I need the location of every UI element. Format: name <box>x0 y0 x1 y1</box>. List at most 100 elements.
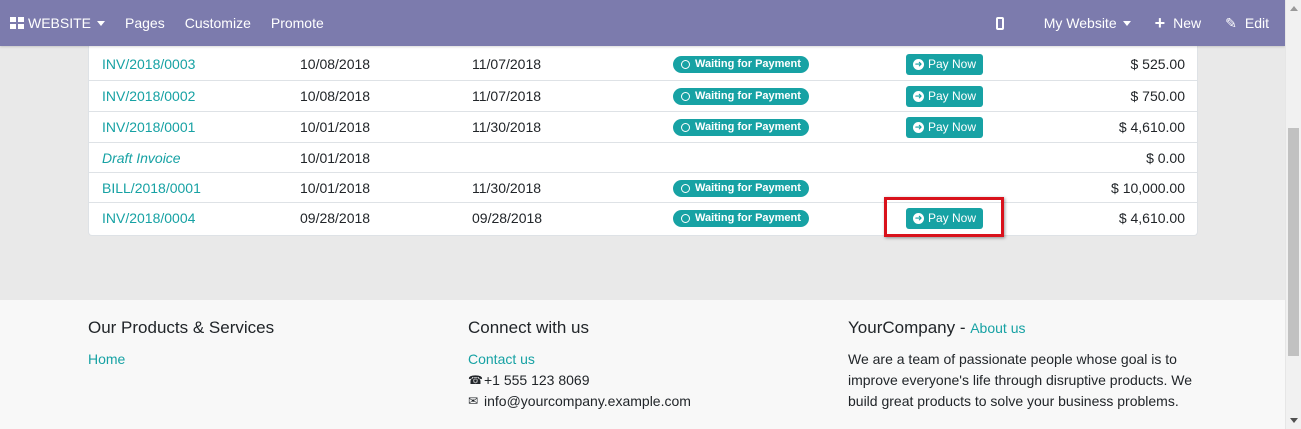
footer-company-column: YourCompany - About us We are a team of … <box>848 318 1198 412</box>
invoice-link[interactable]: INV/2018/0001 <box>102 112 195 142</box>
mobile-preview-button[interactable] <box>982 0 1034 46</box>
status-badge: Waiting for Payment <box>673 112 809 142</box>
pay-now-label: Pay Now <box>928 211 977 225</box>
scroll-down-arrow-icon[interactable] <box>1290 418 1298 423</box>
about-us-link[interactable]: About us <box>970 320 1025 336</box>
status-label: Waiting for Payment <box>695 90 801 102</box>
due-date: 11/30/2018 <box>472 180 542 196</box>
vertical-scrollbar[interactable] <box>1285 0 1301 429</box>
due-date: 11/30/2018 <box>472 119 542 135</box>
title-separator: - <box>955 318 971 337</box>
company-name: YourCompany <box>848 318 956 337</box>
caret-down-icon <box>1122 20 1131 26</box>
invoice-date: 10/01/2018 <box>300 150 371 166</box>
footer-connect-column: Connect with us Contact us ☎ +1 555 123 … <box>468 318 691 412</box>
menu-pages[interactable]: Pages <box>115 0 175 46</box>
invoice-date: 09/28/2018 <box>300 210 371 226</box>
footer-company-title: YourCompany - About us <box>848 318 1198 338</box>
arrow-circle-right-icon: ➜ <box>913 90 924 102</box>
table-row: BILL/2018/0001 10/01/2018 11/30/2018 Wai… <box>89 172 1197 202</box>
pay-now-cell: ➜ Pay Now <box>906 112 984 142</box>
envelope-icon: ✉ <box>468 394 479 408</box>
pencil-icon: ✎ <box>1225 14 1237 31</box>
invoice-link[interactable]: INV/2018/0002 <box>102 81 195 111</box>
new-label: New <box>1173 15 1202 31</box>
new-button[interactable]: + New <box>1145 0 1212 46</box>
pay-now-label: Pay Now <box>928 89 977 103</box>
email-address: info@yourcompany.example.com <box>484 393 691 409</box>
pay-now-cell: ➜ Pay Now <box>906 81 984 111</box>
phone-number: +1 555 123 8069 <box>484 372 590 388</box>
clock-icon <box>681 183 690 193</box>
footer-home-link[interactable]: Home <box>88 349 274 370</box>
pay-now-button[interactable]: ➜ Pay Now <box>906 116 984 138</box>
table-row: INV/2018/0003 10/08/2018 11/07/2018 Wait… <box>89 49 1197 79</box>
status-badge: Waiting for Payment <box>673 203 809 233</box>
due-date: 11/07/2018 <box>472 88 542 104</box>
footer-email: ✉ info@yourcompany.example.com <box>468 391 691 412</box>
apps-grid-icon <box>10 17 24 29</box>
invoice-amount: $ 525.00 <box>1130 56 1186 72</box>
scrollbar-thumb[interactable] <box>1288 128 1299 356</box>
status-badge: Waiting for Payment <box>673 49 809 79</box>
invoice-link[interactable]: BILL/2018/0001 <box>102 173 201 203</box>
menu-promote[interactable]: Promote <box>261 0 334 46</box>
table-row: INV/2018/0004 09/28/2018 09/28/2018 Wait… <box>89 202 1197 232</box>
invoice-date: 10/08/2018 <box>300 88 371 104</box>
invoices-table: INV/2018/0003 10/08/2018 11/07/2018 Wait… <box>88 36 1198 236</box>
website-brand-label: WEBSITE <box>28 15 92 31</box>
edit-button[interactable]: ✎ Edit <box>1215 0 1279 46</box>
clock-icon <box>681 59 690 69</box>
invoice-amount: $ 10,000.00 <box>1111 180 1185 196</box>
status-label: Waiting for Payment <box>695 212 801 224</box>
footer: Our Products & Services Home Connect wit… <box>0 300 1285 429</box>
pay-now-label: Pay Now <box>928 120 977 134</box>
pay-now-button[interactable]: ➜ Pay Now <box>906 85 984 107</box>
invoice-amount: $ 4,610.00 <box>1118 210 1185 226</box>
status-badge: Waiting for Payment <box>673 173 809 203</box>
footer-phone: ☎ +1 555 123 8069 <box>468 370 691 391</box>
status-label: Waiting for Payment <box>695 121 801 133</box>
invoice-amount: $ 0.00 <box>1146 150 1185 166</box>
pay-now-cell: ➜ Pay Now <box>906 49 984 79</box>
page: WEBSITE Pages Customize Promote My Websi… <box>0 0 1285 429</box>
invoice-amount: $ 4,610.00 <box>1118 119 1185 135</box>
footer-products-column: Our Products & Services Home <box>88 318 274 370</box>
due-date: 11/07/2018 <box>472 56 542 72</box>
invoice-link[interactable]: INV/2018/0003 <box>102 49 195 79</box>
clock-icon <box>681 213 690 223</box>
status-badge: Waiting for Payment <box>673 81 809 111</box>
pay-now-cell: ➜ Pay Now <box>906 203 984 233</box>
invoice-date: 10/01/2018 <box>300 119 371 135</box>
company-description: We are a team of passionate people whose… <box>848 351 1193 409</box>
my-website-dropdown[interactable]: My Website <box>1034 0 1141 46</box>
menu-customize[interactable]: Customize <box>175 0 261 46</box>
scroll-up-arrow-icon[interactable] <box>1290 6 1298 11</box>
footer-contact-link[interactable]: Contact us <box>468 349 691 370</box>
status-label: Waiting for Payment <box>695 182 801 194</box>
arrow-circle-right-icon: ➜ <box>913 58 924 70</box>
invoice-amount: $ 750.00 <box>1130 88 1186 104</box>
my-website-label: My Website <box>1043 15 1117 31</box>
website-menu-button[interactable]: WEBSITE <box>0 0 115 46</box>
edit-label: Edit <box>1244 15 1269 31</box>
invoice-date: 10/01/2018 <box>300 180 371 196</box>
phone-icon: ☎ <box>468 373 483 387</box>
clock-icon <box>681 91 690 101</box>
due-date: 09/28/2018 <box>472 210 543 226</box>
website-topbar: WEBSITE Pages Customize Promote My Websi… <box>0 0 1285 46</box>
footer-connect-title: Connect with us <box>468 318 589 337</box>
pay-now-button[interactable]: ➜ Pay Now <box>906 53 984 75</box>
arrow-circle-right-icon: ➜ <box>913 121 924 133</box>
mobile-phone-icon <box>995 16 1004 30</box>
invoice-link[interactable]: Draft Invoice <box>102 143 181 173</box>
pay-now-button[interactable]: ➜ Pay Now <box>906 207 984 229</box>
clock-icon <box>681 122 690 132</box>
table-row: INV/2018/0002 10/08/2018 11/07/2018 Wait… <box>89 80 1197 110</box>
invoice-link[interactable]: INV/2018/0004 <box>102 203 195 233</box>
caret-down-icon <box>97 20 106 26</box>
table-row: INV/2018/0001 10/01/2018 11/30/2018 Wait… <box>89 111 1197 141</box>
table-row: Draft Invoice 10/01/2018 $ 0.00 <box>89 142 1197 172</box>
plus-icon: + <box>1154 13 1166 33</box>
status-label: Waiting for Payment <box>695 58 801 70</box>
